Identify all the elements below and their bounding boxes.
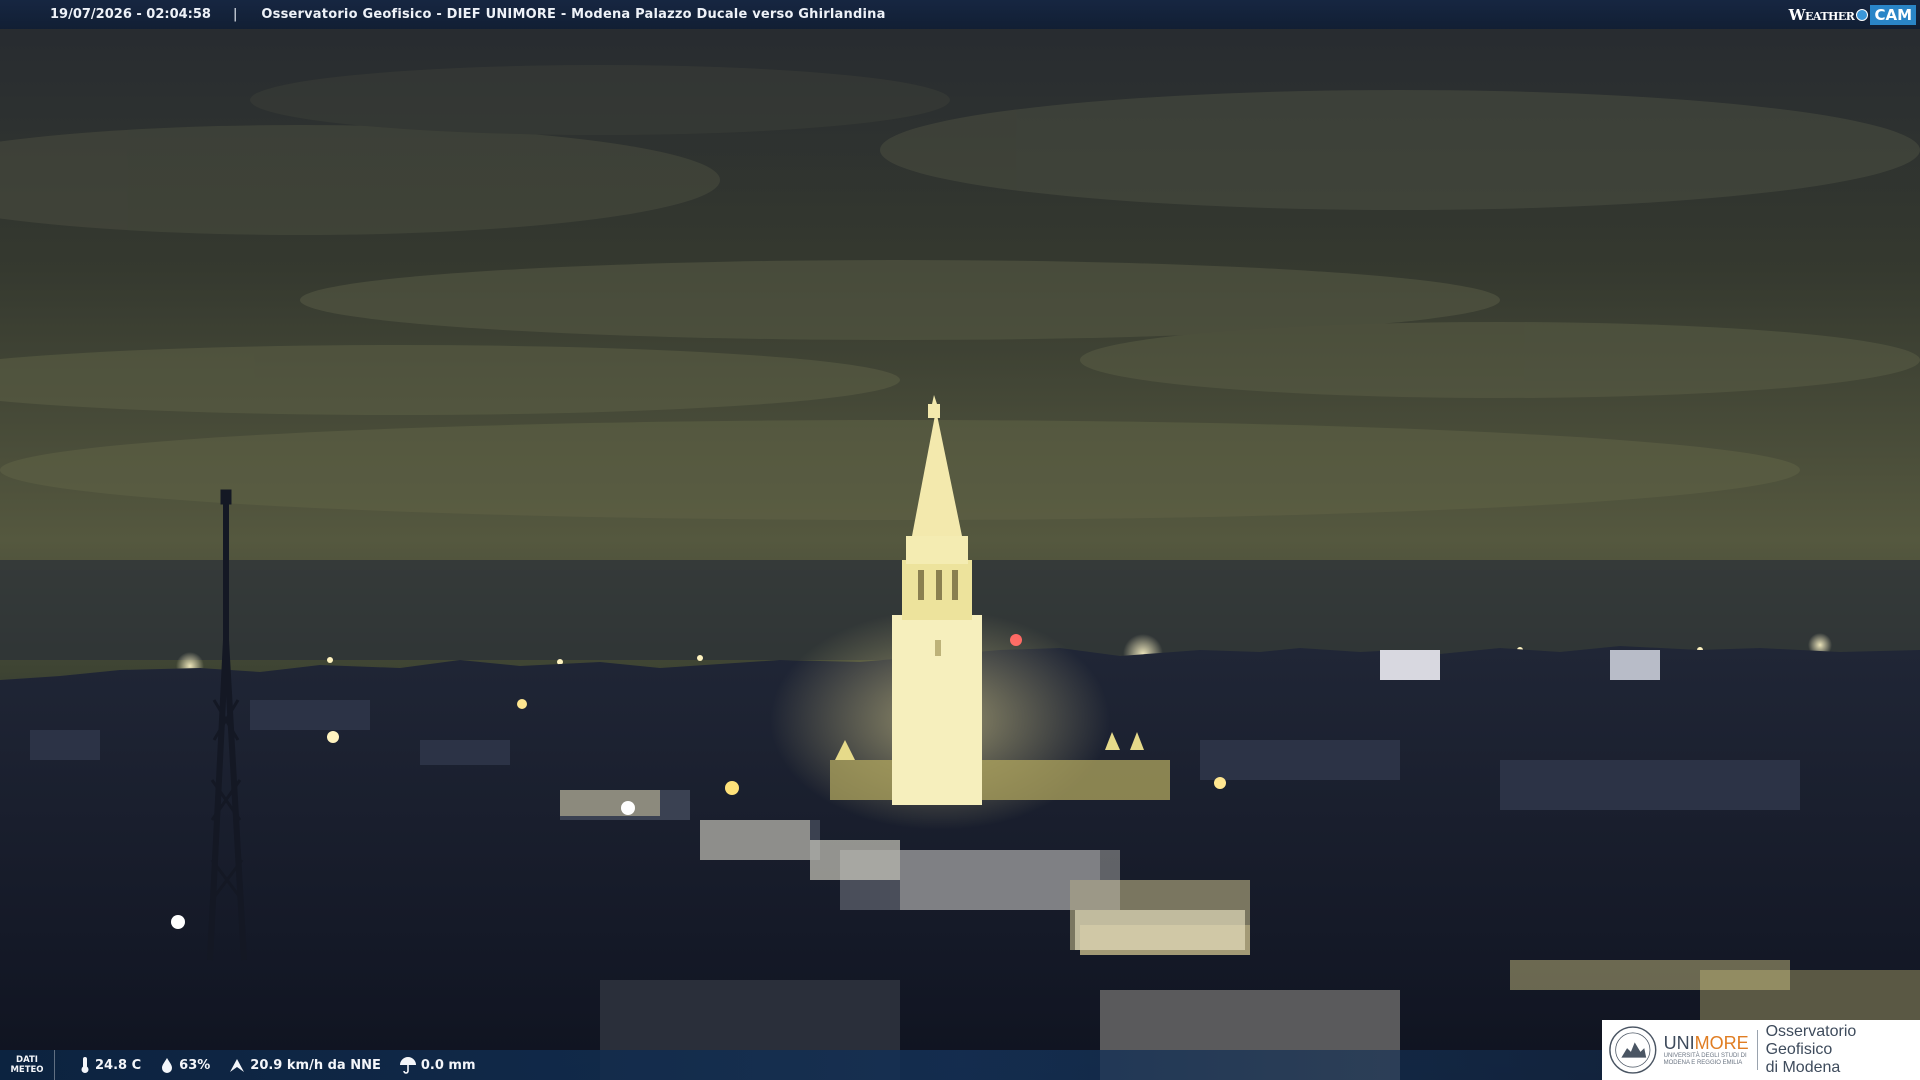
unimore-subtitle-line2: MODENA E REGGIO EMILIA [1663,1059,1743,1066]
unimore-subtitle-line1: UNIVERSITÀ DEGLI STUDI DI [1663,1052,1747,1059]
brand-cam-text: CAM [1870,4,1916,25]
weathercam-logo: Weather CAM [1789,3,1916,26]
rain-value: 0.0 mm [420,1057,476,1073]
thermometer-icon [81,1057,89,1073]
humidity-reading: 63% [159,1057,210,1073]
title-separator: | [232,7,238,22]
observatory-name-line1: Osservatorio Geofisico [1765,1023,1857,1058]
weather-data-label-line1: DATI [16,1055,38,1065]
weather-data-bar: DATI METEO 24.8 C 63% 20.9 km/h da NNE 0… [0,1050,1602,1080]
observatory-name-line2: di Modena [1765,1059,1841,1076]
wind-icon [230,1059,245,1072]
rain-reading: 0.0 mm [399,1056,476,1074]
unimore-wordmark: UNIMORE UNIVERSITÀ DEGLI STUDI DI MODENA… [1663,1032,1749,1067]
webcam-image [0,0,1920,1080]
weather-data-label: DATI METEO [0,1050,55,1080]
humidity-value: 63% [179,1057,211,1073]
unimore-logo-panel: UNIMORE UNIVERSITÀ DEGLI STUDI DI MODENA… [1602,1020,1920,1080]
logo-divider [1756,1030,1758,1070]
wind-reading: 20.9 km/h da NNE [228,1056,381,1074]
droplet-icon [162,1058,173,1073]
brand-weather-text: Weather [1788,5,1855,24]
camera-caption: Osservatorio Geofisico - DIEF UNIMORE - … [261,7,886,22]
wind-value: 20.9 km/h da NNE [250,1057,381,1073]
title-bar: 19/07/2026 - 02:04:58 | Osservatorio Geo… [0,0,1920,29]
timestamp: 19/07/2026 - 02:04:58 [50,7,211,22]
temperature-reading: 24.8 C [79,1056,141,1074]
observatory-name: Osservatorio Geofisico di Modena [1766,1023,1920,1077]
umbrella-icon [399,1057,416,1074]
university-seal-icon [1609,1026,1657,1074]
brand-dot-icon [1856,8,1869,21]
weather-data-label-line2: METEO [10,1065,44,1075]
temperature-value: 24.8 C [95,1057,142,1073]
unimore-uni: UNI [1663,1032,1695,1053]
unimore-more: MORE [1694,1032,1749,1053]
